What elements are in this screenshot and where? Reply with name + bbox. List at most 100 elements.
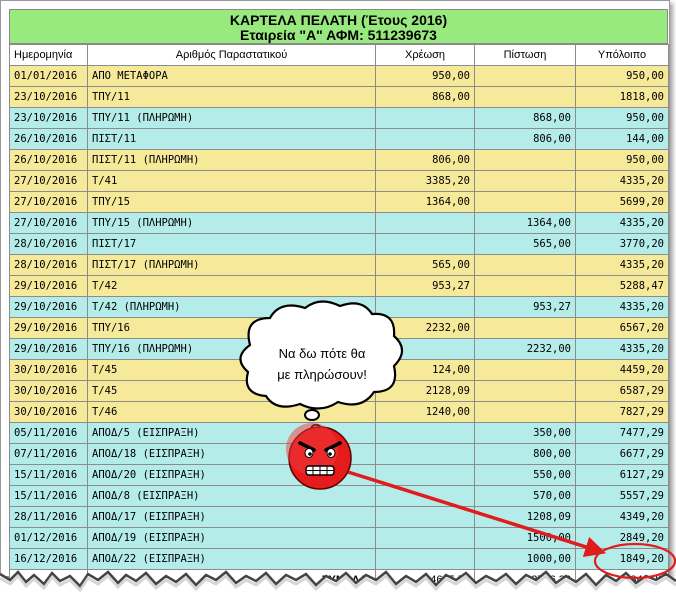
row-credit: 565,00 xyxy=(474,233,576,255)
row-date: 23/10/2016 xyxy=(9,86,88,108)
table-row: 15/11/2016 ΑΠΟΔ/20 (ΕΙΣΠΡΑΞΗ) 550,00 6127,2… xyxy=(9,464,669,486)
row-debit: 3385,20 xyxy=(375,170,475,192)
table-row: 30/10/2016 Τ/46 1240,00 7827,29 xyxy=(9,401,669,423)
row-date: 30/10/2016 xyxy=(9,380,88,402)
row-date: 07/11/2016 xyxy=(9,443,88,465)
row-doc: ΠΙΣΤ/11 (ΠΛΗΡΩΜΗ) xyxy=(87,149,376,171)
row-credit: 570,00 xyxy=(474,485,576,507)
row-balance: 5699,20 xyxy=(575,191,669,213)
table-row: 27/10/2016 ΤΠΥ/15 1364,00 5699,20 xyxy=(9,191,669,213)
table-row: 23/10/2016 ΤΠΥ/11 (ΠΛΗΡΩΜΗ) 868,00 950,00 xyxy=(9,107,669,129)
row-balance: 950,00 xyxy=(575,149,669,171)
row-debit xyxy=(375,296,475,318)
table-row: 07/11/2016 ΑΠΟΔ/18 (ΕΙΣΠΡΑΞΗ) 800,00 6677,2… xyxy=(9,443,669,465)
table-row: 29/10/2016 ΤΠΥ/16 2232,00 6567,20 xyxy=(9,317,669,339)
row-doc: ΤΠΥ/11 (ΠΛΗΡΩΜΗ) xyxy=(87,107,376,129)
row-date: 27/10/2016 xyxy=(9,170,88,192)
row-balance: 3770,20 xyxy=(575,233,669,255)
row-debit: 953,27 xyxy=(375,275,475,297)
row-balance: 7477,29 xyxy=(575,422,669,444)
table-row: 29/10/2016 Τ/42 (ΠΛΗΡΩΜΗ) 953,27 4335,20 xyxy=(9,296,669,318)
row-date: 26/10/2016 xyxy=(9,149,88,171)
row-credit xyxy=(474,254,576,276)
row-date: 15/11/2016 xyxy=(9,464,88,486)
row-credit: 2232,00 xyxy=(474,338,576,360)
row-debit xyxy=(375,212,475,234)
row-date: 30/10/2016 xyxy=(9,359,88,381)
row-doc: ΑΠΟΔ/5 (ΕΙΣΠΡΑΞΗ) xyxy=(87,422,376,444)
row-credit: 1364,00 xyxy=(474,212,576,234)
row-balance: 4335,20 xyxy=(575,212,669,234)
row-balance: 2849,20 xyxy=(575,527,669,549)
col-credit-header: Πίστωση xyxy=(474,44,576,66)
row-date: 15/11/2016 xyxy=(9,485,88,507)
row-date: 27/10/2016 xyxy=(9,212,88,234)
table-row: 26/10/2016 ΠΙΣΤ/11 (ΠΛΗΡΩΜΗ) 806,00 950,00 xyxy=(9,149,669,171)
row-debit: 868,00 xyxy=(375,86,475,108)
row-debit xyxy=(375,464,475,486)
row-credit: 868,00 xyxy=(474,107,576,129)
table-row: 27/10/2016 Τ/41 3385,20 4335,20 xyxy=(9,170,669,192)
row-credit: 806,00 xyxy=(474,128,576,150)
speech-bubble-text: Να δω πότε θα με πληρώσουν! xyxy=(252,343,392,385)
row-balance: 5288,47 xyxy=(575,275,669,297)
row-debit: 565,00 xyxy=(375,254,475,276)
row-credit xyxy=(474,86,576,108)
row-date: 28/10/2016 xyxy=(9,254,88,276)
row-balance: 6567,20 xyxy=(575,317,669,339)
ledger-table: Ημερομηνία Αριθμός Παραστατικού Χρέωση Π… xyxy=(9,44,669,591)
row-doc: ΑΠΟΔ/19 (ΕΙΣΠΡΑΞΗ) xyxy=(87,527,376,549)
col-doc-header: Αριθμός Παραστατικού xyxy=(87,44,376,66)
row-balance: 950,00 xyxy=(575,107,669,129)
table-row: 28/11/2016 ΑΠΟΔ/17 (ΕΙΣΠΡΑΞΗ) 1208,09 4349,… xyxy=(9,506,669,528)
row-doc: Τ/42 (ΠΛΗΡΩΜΗ) xyxy=(87,296,376,318)
ledger-body: 01/01/2016 ΑΠΟ ΜΕΤΑΦΟΡΑ 950,00 950,00 23/10/… xyxy=(9,65,669,570)
row-doc: ΠΙΣΤ/17 (ΠΛΗΡΩΜΗ) xyxy=(87,254,376,276)
row-date: 29/10/2016 xyxy=(9,275,88,297)
row-credit: 350,00 xyxy=(474,422,576,444)
row-debit xyxy=(375,506,475,528)
row-doc: ΑΠΟΔ/8 (ΕΙΣΠΡΑΞΗ) xyxy=(87,485,376,507)
row-debit: 2232,00 xyxy=(375,317,475,339)
table-row: 29/10/2016 Τ/42 953,27 5288,47 xyxy=(9,275,669,297)
row-date: 05/11/2016 xyxy=(9,422,88,444)
row-balance: 1818,00 xyxy=(575,86,669,108)
row-doc: Τ/42 xyxy=(87,275,376,297)
row-credit xyxy=(474,170,576,192)
header-row: Ημερομηνία Αριθμός Παραστατικού Χρέωση Π… xyxy=(9,44,669,66)
torn-edge-decoration xyxy=(0,570,676,608)
row-date: 28/10/2016 xyxy=(9,233,88,255)
row-credit xyxy=(474,317,576,339)
row-date: 26/10/2016 xyxy=(9,128,88,150)
table-row: 01/01/2016 ΑΠΟ ΜΕΤΑΦΟΡΑ 950,00 950,00 xyxy=(9,65,669,87)
row-balance: 4335,20 xyxy=(575,296,669,318)
row-date: 29/10/2016 xyxy=(9,317,88,339)
row-credit: 800,00 xyxy=(474,443,576,465)
row-credit xyxy=(474,359,576,381)
row-doc: ΑΠΟΔ/18 (ΕΙΣΠΡΑΞΗ) xyxy=(87,443,376,465)
row-debit xyxy=(375,527,475,549)
table-row: 23/10/2016 ΤΠΥ/11 868,00 1818,00 xyxy=(9,86,669,108)
bubble-line1: Να δω πότε θα xyxy=(278,346,366,361)
row-credit xyxy=(474,191,576,213)
table-row: 26/10/2016 ΠΙΣΤ/11 806,00 144,00 xyxy=(9,128,669,150)
row-doc: Τ/41 xyxy=(87,170,376,192)
col-balance-header: Υπόλοιπο xyxy=(575,44,669,66)
row-credit xyxy=(474,65,576,87)
col-date-header: Ημερομηνία xyxy=(9,44,88,66)
row-credit xyxy=(474,275,576,297)
row-doc: ΤΠΥ/11 xyxy=(87,86,376,108)
row-credit xyxy=(474,401,576,423)
row-debit: 806,00 xyxy=(375,149,475,171)
row-date: 01/01/2016 xyxy=(9,65,88,87)
table-row: 28/10/2016 ΠΙΣΤ/17 565,00 3770,20 xyxy=(9,233,669,255)
row-credit: 953,27 xyxy=(474,296,576,318)
row-debit xyxy=(375,443,475,465)
col-debit-header: Χρέωση xyxy=(375,44,475,66)
row-balance: 950,00 xyxy=(575,65,669,87)
row-date: 30/10/2016 xyxy=(9,401,88,423)
row-credit: 1208,09 xyxy=(474,506,576,528)
card-title: ΚΑΡΤΕΛΑ ΠΕΛΑΤΗ (Έτους 2016) Εταιρεία "Α"… xyxy=(9,9,668,44)
row-date: 29/10/2016 xyxy=(9,296,88,318)
title-line1: ΚΑΡΤΕΛΑ ΠΕΛΑΤΗ (Έτους 2016) xyxy=(229,12,448,28)
